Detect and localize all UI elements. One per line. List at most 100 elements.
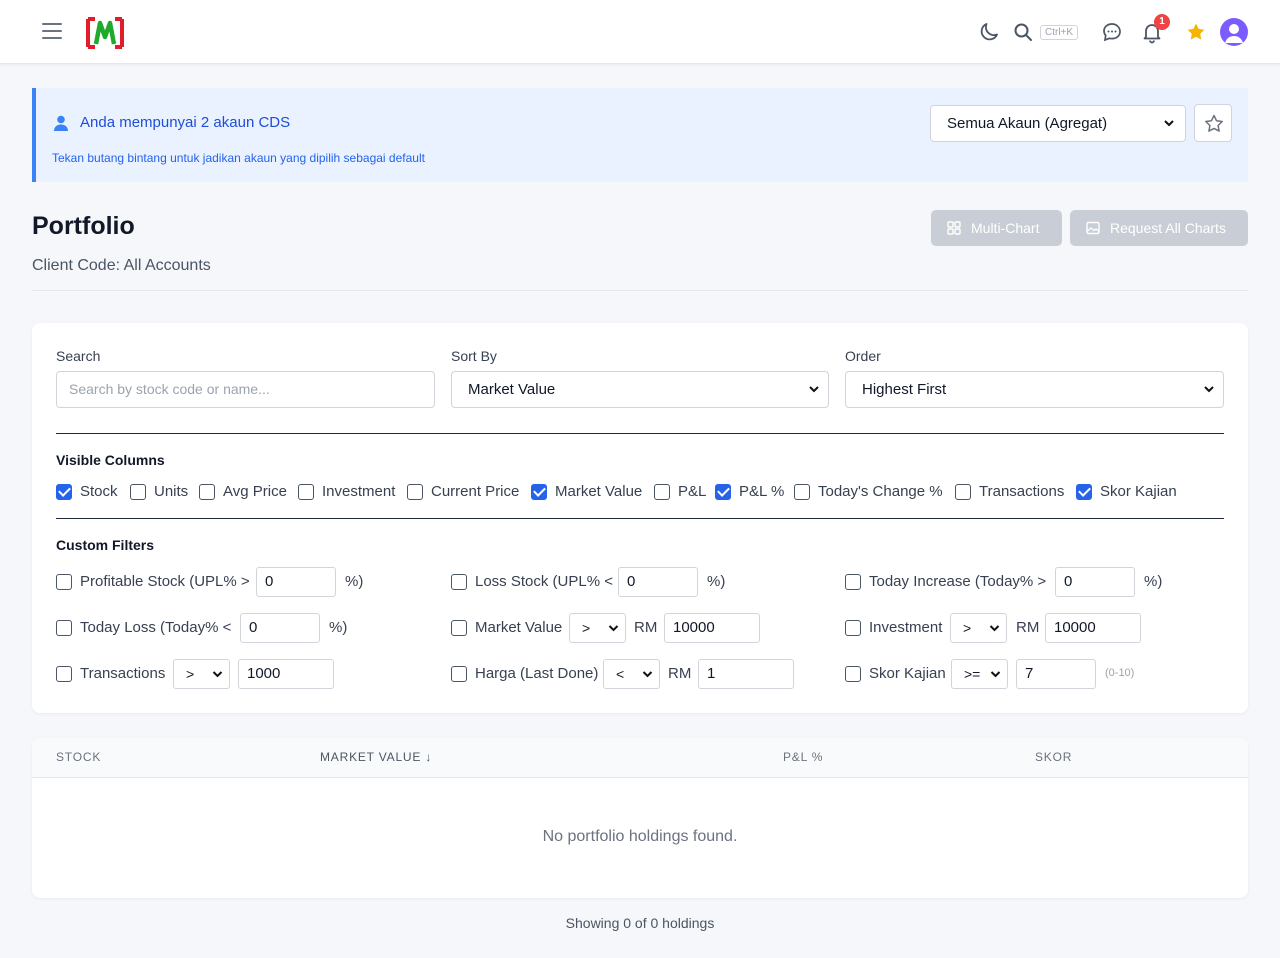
filter-checkbox-investment[interactable] [845,620,861,636]
transactions-input[interactable]: 1000 [238,659,334,689]
skor-operator-select[interactable]: >= [951,659,1008,689]
column-label-market-value: Market Value [555,483,643,500]
order-select[interactable]: Highest First [845,371,1224,408]
filter-label-loss: Loss Stock (UPL% < [475,573,613,590]
empty-state-message: No portfolio holdings found. [542,828,738,845]
column-label-transactions: Transactions [979,483,1065,500]
column-checkbox-skor-kajian[interactable] [1076,484,1092,500]
market-value-input[interactable]: 10000 [664,613,760,643]
multi-chart-button[interactable]: Multi-Chart [931,210,1062,246]
menu-icon[interactable] [42,23,62,41]
filter-label-profitable: Profitable Stock (UPL% > [80,573,250,590]
column-label-units: Units [154,483,189,500]
column-label-stock: Stock [80,483,118,500]
filter-checkbox-transactions[interactable] [56,666,72,682]
harga-operator-select[interactable]: < [603,659,660,689]
filter-checkbox-today-increase[interactable] [845,574,861,590]
sort-by-label: Sort By [451,348,497,364]
column-label-skor-kajian: Skor Kajian [1100,483,1177,500]
filter-label-investment: Investment [869,619,943,636]
shortcut-hint: Ctrl+K [1040,25,1079,40]
investment-operator-select[interactable]: > [950,613,1007,643]
account-select[interactable]: Semua Akaun (Agregat) [930,105,1186,142]
column-checkbox-pnl-percent[interactable] [715,484,731,500]
user-avatar-icon[interactable] [1220,18,1248,46]
column-checkbox-avg-price[interactable] [199,484,215,500]
custom-filters-title: Custom Filters [56,537,155,553]
loss-threshold-input[interactable]: 0 [618,567,698,597]
column-checkbox-investment[interactable] [298,484,314,500]
section-divider [56,433,1224,434]
filter-label-today-loss: Today Loss (Today% < [80,619,232,636]
skor-range-hint: (0-10) [1105,667,1135,679]
star-icon[interactable] [1184,20,1208,44]
notification-badge: 1 [1154,14,1170,30]
filter-label-harga: Harga (Last Done) [475,665,599,682]
filter-checkbox-market-value[interactable] [451,620,467,636]
chevron-down-icon [1163,106,1175,155]
harga-input[interactable]: 1 [698,659,794,689]
column-checkbox-units[interactable] [130,484,146,500]
table-header: STOCK MARKET VALUE ↓ P&L % SKOR [32,738,1248,778]
alert-title: Anda mempunyai 2 akaun CDS [80,114,291,131]
request-all-charts-button[interactable]: Request All Charts [1070,210,1248,246]
app-logo[interactable] [86,17,124,49]
filter-checkbox-loss[interactable] [451,574,467,590]
header-divider [32,290,1248,291]
column-checkbox-market-value[interactable] [531,484,547,500]
column-label-current-price: Current Price [431,483,520,500]
investment-currency: RM [1016,619,1040,636]
column-checkbox-todays-change[interactable] [794,484,810,500]
profitable-threshold-input[interactable]: 0 [256,567,336,597]
filter-checkbox-today-loss[interactable] [56,620,72,636]
harga-operator: < [616,666,625,682]
chevron-down-icon [642,660,653,699]
search-input[interactable]: Search by stock code or name... [56,371,435,408]
column-header-market-value[interactable]: MARKET VALUE ↓ [320,750,432,764]
chat-icon[interactable] [1100,20,1124,44]
holdings-count: Showing 0 of 0 holdings [565,915,715,931]
star-outline-icon [1205,114,1223,132]
filter-label-transactions: Transactions [80,665,166,682]
sort-by-value: Market Value [468,381,556,398]
column-checkbox-current-price[interactable] [407,484,423,500]
column-label-pnl-percent: P&L % [739,483,785,500]
filter-label-skor-kajian: Skor Kajian [869,665,946,682]
page-title: Portfolio [32,212,135,240]
filter-checkbox-harga[interactable] [451,666,467,682]
set-default-star-button[interactable] [1194,104,1232,142]
investment-input[interactable]: 10000 [1045,613,1141,643]
order-value: Highest First [862,381,947,398]
market-value-operator: > [582,620,591,636]
transactions-operator-select[interactable]: > [173,659,230,689]
column-checkbox-transactions[interactable] [955,484,971,500]
transactions-operator: > [186,666,195,682]
filter-checkbox-profitable[interactable] [56,574,72,590]
account-select-value: Semua Akaun (Agregat) [947,115,1108,132]
skor-input[interactable]: 7 [1016,659,1096,689]
market-value-operator-select[interactable]: > [569,613,626,643]
filter-checkbox-skor-kajian[interactable] [845,666,861,682]
today-increase-suffix: %) [1144,573,1163,590]
moon-icon[interactable] [977,20,1001,44]
column-header-stock[interactable]: STOCK [56,750,101,764]
column-label-investment: Investment [322,483,396,500]
column-header-pnl-percent[interactable]: P&L % [783,750,823,764]
filter-label-market-value: Market Value [475,619,563,636]
search-icon[interactable] [1011,20,1035,44]
column-checkbox-stock[interactable] [56,484,72,500]
sort-by-select[interactable]: Market Value [451,371,829,408]
today-loss-suffix: %) [329,619,348,636]
chevron-down-icon [990,660,1001,699]
column-label-avg-price: Avg Price [223,483,287,500]
user-icon [54,115,68,131]
today-increase-input[interactable]: 0 [1055,567,1135,597]
skor-operator: >= [964,666,981,682]
column-checkbox-pnl[interactable] [654,484,670,500]
image-icon [1086,221,1100,235]
column-header-skor[interactable]: SKOR [1035,750,1072,764]
holdings-table: STOCK MARKET VALUE ↓ P&L % SKOR No portf… [32,738,1248,898]
today-loss-input[interactable]: 0 [240,613,320,643]
loss-suffix: %) [707,573,726,590]
visible-columns-title: Visible Columns [56,452,165,468]
